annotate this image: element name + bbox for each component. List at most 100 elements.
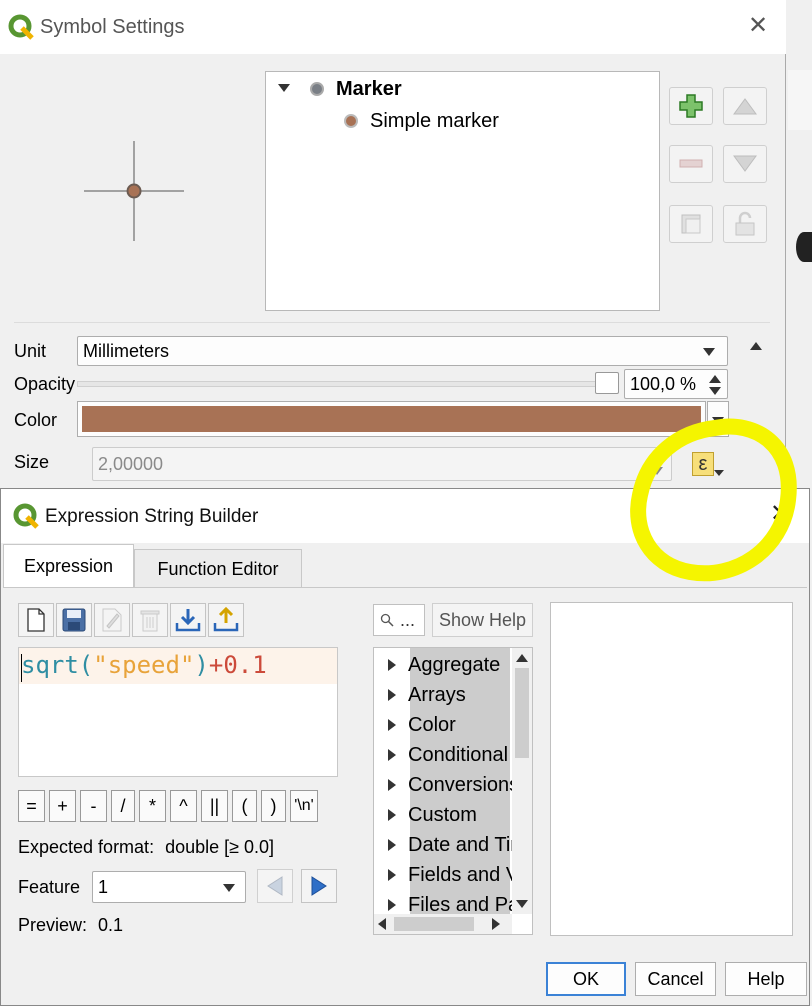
scroll-up-icon[interactable] bbox=[516, 654, 528, 662]
expand-arrow-icon[interactable] bbox=[388, 719, 396, 731]
collapse-arrow-icon[interactable] bbox=[278, 84, 290, 92]
next-feature-button[interactable] bbox=[301, 869, 337, 903]
lock-layer-button[interactable] bbox=[723, 205, 767, 243]
title-bar: Symbol Settings ✕ bbox=[0, 0, 786, 54]
simple-marker-icon bbox=[344, 114, 358, 128]
next-icon bbox=[311, 876, 327, 896]
tab-expression[interactable]: Expression bbox=[3, 544, 134, 588]
feature-label: Feature bbox=[18, 877, 81, 897]
expand-arrow-icon[interactable] bbox=[388, 839, 396, 851]
save-icon bbox=[62, 608, 86, 632]
unit-value: Millimeters bbox=[83, 340, 170, 361]
feature-select[interactable]: 1 bbox=[92, 871, 246, 903]
scroll-thumb[interactable] bbox=[394, 917, 474, 931]
symbol-layer-tree[interactable]: Marker Simple marker bbox=[265, 71, 660, 311]
delete-button[interactable] bbox=[132, 603, 168, 637]
expand-arrow-icon[interactable] bbox=[388, 749, 396, 761]
marker-icon bbox=[310, 82, 324, 96]
color-label: Color bbox=[14, 410, 58, 430]
operator-power-button[interactable]: ^ bbox=[170, 790, 197, 822]
tree-item-simple-marker[interactable]: Simple marker bbox=[370, 110, 499, 133]
ok-button[interactable]: OK bbox=[546, 962, 626, 996]
scroll-left-icon[interactable] bbox=[378, 918, 386, 930]
opacity-slider-track[interactable] bbox=[77, 381, 617, 387]
operator-equals-button[interactable]: = bbox=[18, 790, 45, 822]
unit-select[interactable]: Millimeters bbox=[77, 336, 728, 366]
function-list[interactable]: Aggregate Arrays Color Conditional Conve… bbox=[373, 647, 533, 935]
previous-feature-button[interactable] bbox=[257, 869, 293, 903]
function-search-input[interactable]: ... bbox=[373, 604, 425, 636]
export-button[interactable] bbox=[208, 603, 244, 637]
import-button[interactable] bbox=[170, 603, 206, 637]
operator-multiply-button[interactable]: * bbox=[139, 790, 166, 822]
preview: Preview: 0.1 bbox=[18, 915, 123, 936]
expand-arrow-icon[interactable] bbox=[388, 779, 396, 791]
background-close-icon bbox=[796, 232, 812, 262]
show-help-button[interactable]: Show Help bbox=[432, 603, 533, 637]
preview-value: 0.1 bbox=[98, 915, 124, 935]
list-item[interactable]: Conditional bbox=[374, 740, 514, 770]
scroll-down-icon[interactable] bbox=[516, 900, 528, 908]
background-window-edge bbox=[788, 70, 812, 130]
opacity-value: 100,0 % bbox=[630, 373, 697, 394]
cancel-button[interactable]: Cancel bbox=[635, 962, 716, 996]
scroll-right-icon[interactable] bbox=[492, 918, 500, 930]
opacity-spinbox[interactable]: 100,0 % bbox=[624, 369, 728, 399]
operator-newline-button[interactable]: '\n' bbox=[290, 790, 318, 822]
duplicate-icon bbox=[681, 214, 701, 234]
list-item[interactable]: Conversions bbox=[374, 770, 514, 800]
qgis-logo-icon bbox=[8, 14, 34, 40]
list-item[interactable]: Color bbox=[374, 710, 514, 740]
expr-paren-open: ( bbox=[78, 651, 94, 679]
expand-arrow-icon[interactable] bbox=[388, 809, 396, 821]
expression-editor[interactable]: sqrt("speed")+0.1 bbox=[18, 647, 338, 777]
trash-icon bbox=[140, 610, 160, 632]
opacity-slider-handle[interactable] bbox=[595, 372, 619, 394]
size-value: 2,00000 bbox=[98, 453, 164, 474]
move-down-button[interactable] bbox=[723, 145, 767, 183]
list-item[interactable]: Aggregate bbox=[374, 650, 514, 680]
operator-plus-button[interactable]: + bbox=[49, 790, 76, 822]
new-file-button[interactable] bbox=[18, 603, 54, 637]
divider bbox=[14, 322, 770, 323]
expand-arrow-icon[interactable] bbox=[388, 869, 396, 881]
add-layer-button[interactable] bbox=[669, 87, 713, 125]
scroll-thumb[interactable] bbox=[515, 668, 529, 758]
function-list-hscrollbar[interactable] bbox=[374, 914, 512, 934]
remove-layer-button[interactable] bbox=[669, 145, 713, 183]
list-item[interactable]: Arrays bbox=[374, 680, 514, 710]
move-up-button[interactable] bbox=[723, 87, 767, 125]
tree-item-marker[interactable]: Marker bbox=[336, 78, 402, 101]
function-list-vscrollbar[interactable] bbox=[512, 648, 532, 914]
operator-close-paren-button[interactable]: ) bbox=[261, 790, 286, 822]
highlight-annotation bbox=[630, 418, 797, 582]
size-spinbox[interactable]: 2,00000 bbox=[92, 447, 672, 481]
list-item[interactable]: Date and Time bbox=[374, 830, 514, 860]
help-panel bbox=[550, 602, 793, 936]
expand-arrow-icon[interactable] bbox=[388, 689, 396, 701]
search-placeholder: ... bbox=[400, 609, 416, 630]
expand-arrow-icon[interactable] bbox=[388, 899, 396, 911]
duplicate-layer-button[interactable] bbox=[669, 205, 713, 243]
feature-value: 1 bbox=[98, 876, 109, 897]
unit-label: Unit bbox=[14, 341, 47, 361]
color-button[interactable] bbox=[77, 401, 706, 437]
help-button[interactable]: Help bbox=[725, 962, 807, 996]
close-icon[interactable]: ✕ bbox=[744, 14, 772, 42]
operator-minus-button[interactable]: - bbox=[80, 790, 107, 822]
symbol-preview bbox=[84, 141, 184, 241]
edit-button[interactable] bbox=[94, 603, 130, 637]
spin-down-icon[interactable] bbox=[709, 387, 721, 395]
scroll-up-icon[interactable] bbox=[750, 342, 762, 350]
expand-arrow-icon[interactable] bbox=[388, 659, 396, 671]
tab-function-editor[interactable]: Function Editor bbox=[134, 549, 302, 588]
plus-icon bbox=[679, 94, 703, 118]
operator-divide-button[interactable]: / bbox=[111, 790, 135, 822]
list-item[interactable]: Fields and Values bbox=[374, 860, 514, 890]
spin-up-icon[interactable] bbox=[709, 375, 721, 383]
operator-open-paren-button[interactable]: ( bbox=[232, 790, 257, 822]
operator-concat-button[interactable]: || bbox=[201, 790, 228, 822]
qgis-logo-icon bbox=[13, 503, 39, 529]
save-button[interactable] bbox=[56, 603, 92, 637]
list-item[interactable]: Custom bbox=[374, 800, 514, 830]
